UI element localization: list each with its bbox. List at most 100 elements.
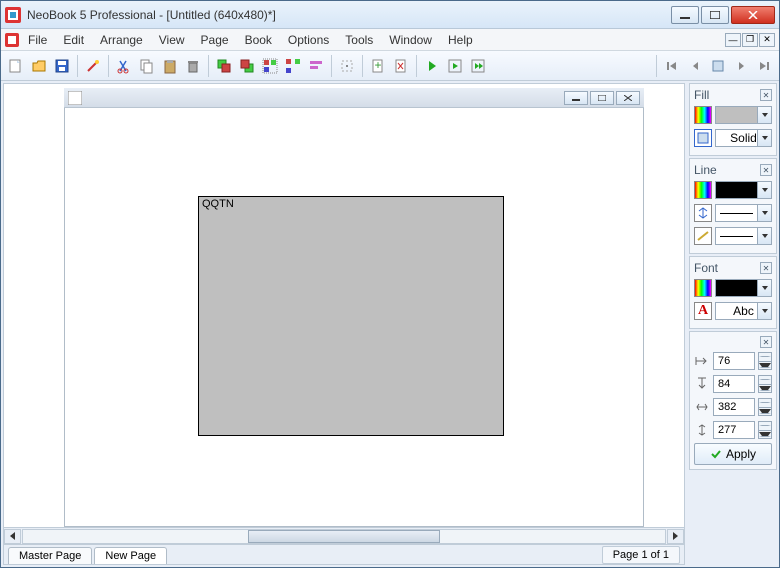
doc-close[interactable] — [616, 91, 640, 105]
check-icon — [710, 448, 722, 460]
tb-nav-prev[interactable] — [684, 55, 706, 77]
tb-nav-first[interactable] — [661, 55, 683, 77]
menu-file[interactable]: File — [21, 31, 54, 49]
tb-paste[interactable] — [159, 55, 181, 77]
pos-y-icon — [694, 376, 710, 392]
line-style-swatch[interactable] — [694, 227, 712, 245]
app-icon — [5, 7, 21, 23]
font-sample-swatch[interactable]: A — [694, 302, 712, 320]
hscroll-left[interactable] — [4, 529, 21, 544]
font-color-swatch[interactable] — [694, 279, 712, 297]
tb-copy[interactable] — [136, 55, 158, 77]
mdi-close[interactable]: ✕ — [759, 33, 775, 47]
object-label: QQTN — [202, 198, 234, 210]
line-width-swatch[interactable] — [694, 204, 712, 222]
width-input[interactable]: 382 — [713, 398, 755, 416]
panel-fill-close[interactable]: ✕ — [760, 89, 772, 101]
tb-group[interactable] — [259, 55, 281, 77]
tb-wand[interactable] — [82, 55, 104, 77]
menubar: File Edit Arrange View Page Book Options… — [1, 29, 779, 51]
pos-y-spinner[interactable] — [758, 375, 772, 393]
menu-tools[interactable]: Tools — [338, 31, 380, 49]
pos-x-spinner[interactable] — [758, 352, 772, 370]
mdi-restore[interactable]: ❐ — [742, 33, 758, 47]
height-input[interactable]: 277 — [713, 421, 755, 439]
svg-text:+: + — [374, 58, 381, 72]
panel-font: Font ✕ A Abc — [689, 256, 777, 329]
width-icon — [694, 399, 710, 415]
menu-window[interactable]: Window — [382, 31, 439, 49]
hscroll-thumb[interactable] — [248, 530, 441, 543]
tab-master-page[interactable]: Master Page — [8, 547, 92, 564]
height-icon — [694, 422, 710, 438]
fill-style-control[interactable]: Solid — [715, 129, 772, 147]
close-button[interactable] — [731, 6, 775, 24]
tb-delete[interactable] — [182, 55, 204, 77]
maximize-button[interactable] — [701, 6, 729, 24]
toolbar: + — [1, 51, 779, 81]
tab-new-page[interactable]: New Page — [94, 547, 167, 564]
menu-arrange[interactable]: Arrange — [93, 31, 150, 49]
tb-nav-pages[interactable] — [707, 55, 729, 77]
tb-lock[interactable] — [336, 55, 358, 77]
window-title: NeoBook 5 Professional - [Untitled (640x… — [27, 8, 671, 22]
titlebar[interactable]: NeoBook 5 Professional - [Untitled (640x… — [1, 1, 779, 29]
fill-style-swatch[interactable] — [694, 129, 712, 147]
line-color-swatch[interactable] — [694, 181, 712, 199]
tb-run-page[interactable] — [444, 55, 466, 77]
tb-to-back[interactable] — [236, 55, 258, 77]
tb-new[interactable] — [5, 55, 27, 77]
apply-button[interactable]: Apply — [694, 443, 772, 465]
tb-open[interactable] — [28, 55, 50, 77]
canvas-wrap: QQTN Master Page New Page Page 1 of 1 — [3, 83, 685, 565]
panel-fill: Fill✕ Solid — [689, 83, 777, 156]
mdi-minimize[interactable]: — — [725, 33, 741, 47]
panel-line: Line✕ — [689, 158, 777, 254]
pos-y-input[interactable]: 84 — [713, 375, 755, 393]
menu-edit[interactable]: Edit — [56, 31, 91, 49]
minimize-button[interactable] — [671, 6, 699, 24]
panel-line-close[interactable]: ✕ — [760, 164, 772, 176]
menu-page[interactable]: Page — [194, 31, 236, 49]
tb-run-from[interactable] — [467, 55, 489, 77]
panel-font-close[interactable]: ✕ — [760, 262, 772, 274]
doc-icon — [68, 91, 82, 105]
app-window: NeoBook 5 Professional - [Untitled (640x… — [0, 0, 780, 568]
tb-run[interactable] — [421, 55, 443, 77]
tb-nav-last[interactable] — [753, 55, 775, 77]
tb-nav-next[interactable] — [730, 55, 752, 77]
tb-page-new[interactable]: + — [367, 55, 389, 77]
menu-options[interactable]: Options — [281, 31, 336, 49]
font-color-control[interactable] — [715, 279, 772, 297]
font-control[interactable]: Abc — [715, 302, 772, 320]
hscroll-track[interactable] — [22, 529, 666, 544]
height-spinner[interactable] — [758, 421, 772, 439]
canvas-object-rect[interactable]: QQTN — [198, 196, 504, 436]
doc-maximize[interactable] — [590, 91, 614, 105]
menu-book[interactable]: Book — [238, 31, 279, 49]
doc-titlebar[interactable] — [64, 88, 644, 108]
tb-align[interactable] — [305, 55, 327, 77]
hscroll-right[interactable] — [667, 529, 684, 544]
line-color-control[interactable] — [715, 181, 772, 199]
canvas-area[interactable]: QQTN — [64, 108, 644, 527]
tb-ungroup[interactable] — [282, 55, 304, 77]
width-spinner[interactable] — [758, 398, 772, 416]
panel-font-title: Font — [694, 261, 718, 275]
pos-x-input[interactable]: 76 — [713, 352, 755, 370]
menu-help[interactable]: Help — [441, 31, 480, 49]
fill-color-swatch[interactable] — [694, 106, 712, 124]
page-surface[interactable]: QQTN — [65, 108, 643, 526]
line-style-control[interactable] — [715, 227, 772, 245]
panel-pos-close[interactable]: ✕ — [760, 336, 772, 348]
h-scrollbar[interactable] — [4, 527, 684, 544]
line-width-control[interactable] — [715, 204, 772, 222]
menu-view[interactable]: View — [152, 31, 192, 49]
panel-position: ✕ 76 84 382 277 — [689, 331, 777, 470]
tb-to-front[interactable] — [213, 55, 235, 77]
fill-color-control[interactable] — [715, 106, 772, 124]
tb-cut[interactable] — [113, 55, 135, 77]
doc-minimize[interactable] — [564, 91, 588, 105]
tb-page-del[interactable] — [390, 55, 412, 77]
tb-save[interactable] — [51, 55, 73, 77]
